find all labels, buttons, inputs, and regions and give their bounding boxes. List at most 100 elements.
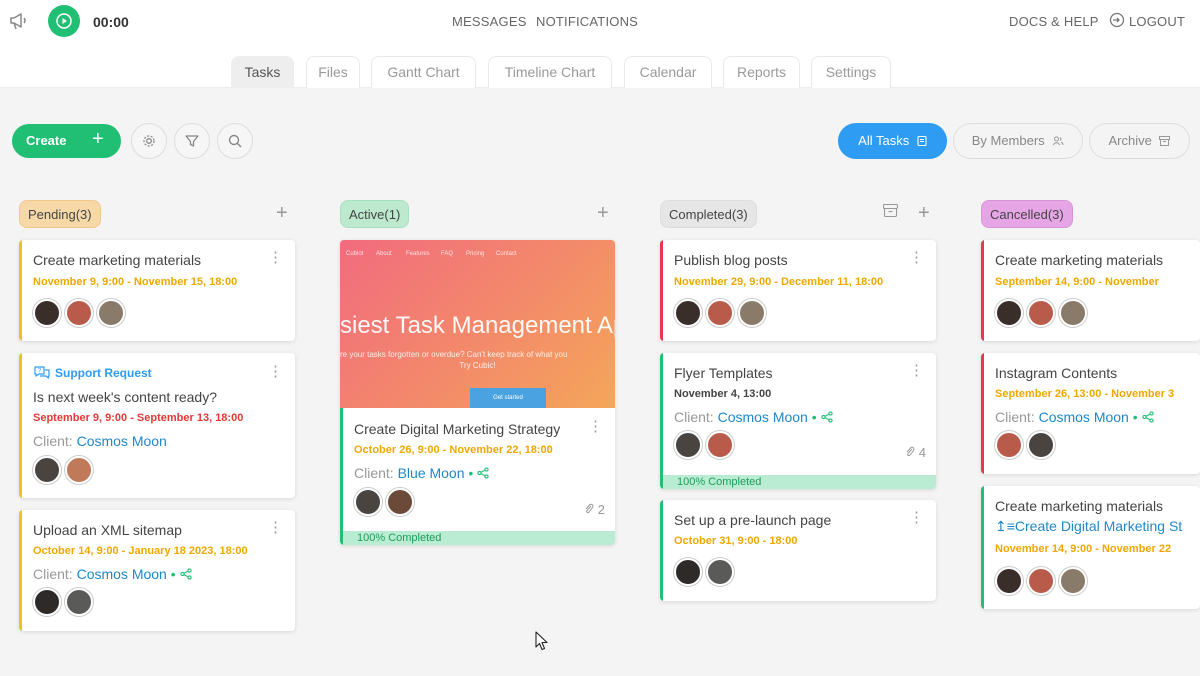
docs-help-link[interactable]: DOCS & HELP [1009,14,1099,29]
avatar [995,431,1023,459]
task-title: Upload an XML sitemap [33,522,182,538]
pending-column-badge: Pending(3) [19,200,101,228]
task-tag[interactable]: Support Request [55,366,152,380]
more-menu-icon[interactable]: ⋮ [268,250,283,265]
search-button[interactable] [217,123,253,159]
tab-tasks[interactable]: Tasks [231,56,294,88]
messages-link[interactable]: MESSAGES [452,14,527,29]
client-link[interactable]: Cosmos Moon [77,433,167,449]
cover-headline: siest Task Management Ap [340,312,615,339]
timer-play-button[interactable] [48,5,80,37]
task-client: Client: Cosmos Moon [33,433,167,449]
more-menu-icon[interactable]: ⋮ [588,419,603,434]
top-bar: 00:00 MESSAGES NOTIFICATIONS DOCS & HELP… [0,0,1200,44]
subtask-link[interactable]: ↥≡Create Digital Marketing St [995,518,1182,535]
task-title: Is next week's content ready? [33,389,217,405]
tab-reports[interactable]: Reports [723,56,800,88]
task-card[interactable]: ? Support Request ⋮ Is next week's conte… [19,353,295,498]
cover-nav-item: Contact [496,251,517,257]
task-card[interactable]: Publish blog posts ⋮ November 29, 9:00 -… [660,240,936,341]
tab-settings[interactable]: Settings [811,56,891,88]
settings-button[interactable] [131,123,167,159]
task-card[interactable]: Flyer Templates ⋮ November 4, 13:00 Clie… [660,353,936,489]
create-button[interactable]: Create + [12,124,121,158]
megaphone-icon[interactable] [8,10,32,34]
task-cover-image: Cubiot About Features FAQ Pricing Contact sie… [340,240,615,408]
share-icon[interactable] [179,566,192,582]
avatar [386,488,414,516]
avatar [33,456,61,484]
avatar [1059,567,1087,595]
tab-timeline-chart[interactable]: Timeline Chart [488,56,612,88]
filter-button[interactable] [174,123,210,159]
create-button-label: Create [26,133,67,148]
task-date: September 9, 9:00 - September 13, 18:00 [33,412,244,424]
completed-add-icon[interactable]: + [918,202,930,225]
task-title: Create marketing materials [995,252,1164,268]
task-card[interactable]: Instagram Contents September 26, 13:00 -… [981,353,1200,474]
filter-icon [185,135,199,147]
gear-icon [143,135,155,147]
play-icon [56,13,72,29]
more-menu-icon[interactable]: ⋮ [268,520,283,535]
task-date: November 14, 9:00 - November 22 [995,543,1172,555]
avatar [738,299,766,327]
avatar [674,431,702,459]
more-menu-icon[interactable]: ⋮ [909,363,924,378]
attachment-count: 2 [584,502,605,517]
members-icon [1052,136,1064,146]
all-tasks-label: All Tasks [858,133,910,148]
task-card[interactable]: Create marketing materials September 14,… [981,240,1200,341]
active-column-badge: Active(1) [340,200,410,228]
progress-bar: 100% Completed [663,475,936,489]
task-date: October 26, 9:00 - November 22, 18:00 [354,444,553,456]
more-menu-icon[interactable]: ⋮ [909,250,924,265]
client-link[interactable]: Blue Moon [398,465,465,481]
by-members-button[interactable]: By Members [953,123,1083,159]
task-title: Publish blog posts [674,252,788,268]
more-menu-icon[interactable]: ⋮ [268,364,283,379]
task-card[interactable]: Upload an XML sitemap ⋮ October 14, 9:00… [19,510,295,631]
all-tasks-button[interactable]: All Tasks [838,123,947,159]
tab-calendar[interactable]: Calendar [624,56,712,88]
cover-subtext: re your tasks forgotten or overdue? Can'… [340,350,568,359]
avatar [65,456,93,484]
logout-link[interactable]: LOGOUT [1129,14,1185,29]
cover-nav-item: Pricing [466,251,485,257]
archive-button[interactable]: Archive [1089,123,1190,159]
avatar [33,299,61,327]
task-card[interactable]: Create marketing materials ⋮ November 9,… [19,240,295,341]
task-title: Instagram Contents [995,365,1118,381]
task-card[interactable]: Create marketing materials ↥≡Create Digi… [981,486,1200,609]
client-link[interactable]: Cosmos Moon [1039,409,1129,425]
client-link[interactable]: Cosmos Moon [718,409,808,425]
share-icon[interactable] [1141,409,1154,425]
task-card[interactable]: Set up a pre-launch page ⋮ October 31, 9… [660,500,936,601]
pending-add-icon[interactable]: + [276,202,288,225]
client-link[interactable]: Cosmos Moon [77,566,167,582]
by-members-label: By Members [971,133,1045,148]
archive-label: Archive [1108,133,1152,148]
avatar [706,299,734,327]
task-card[interactable]: Cubiot About Features FAQ Pricing Contact sie… [340,240,615,545]
more-menu-icon[interactable]: ⋮ [909,510,924,525]
task-title: Create marketing materials [995,498,1164,514]
notifications-link[interactable]: NOTIFICATIONS [536,14,638,29]
archive-icon [1159,136,1171,146]
task-title: Flyer Templates [674,365,773,381]
search-icon [228,134,242,148]
completed-archive-icon[interactable] [882,203,899,222]
tab-gantt-chart[interactable]: Gantt Chart [371,56,476,88]
share-icon[interactable] [477,465,489,481]
active-add-icon[interactable]: + [597,202,609,225]
cancelled-column-badge: Cancelled(3) [981,200,1073,228]
avatar [354,488,382,516]
task-date: November 29, 9:00 - December 11, 18:00 [674,276,884,288]
logout-icon[interactable] [1109,12,1125,33]
timer-display: 00:00 [93,14,129,30]
avatar [706,558,734,586]
task-date: October 31, 9:00 - 18:00 [674,535,798,547]
tab-files[interactable]: Files [306,56,360,88]
subtask-icon: ↥≡ [995,518,1015,534]
share-icon[interactable] [820,409,833,425]
